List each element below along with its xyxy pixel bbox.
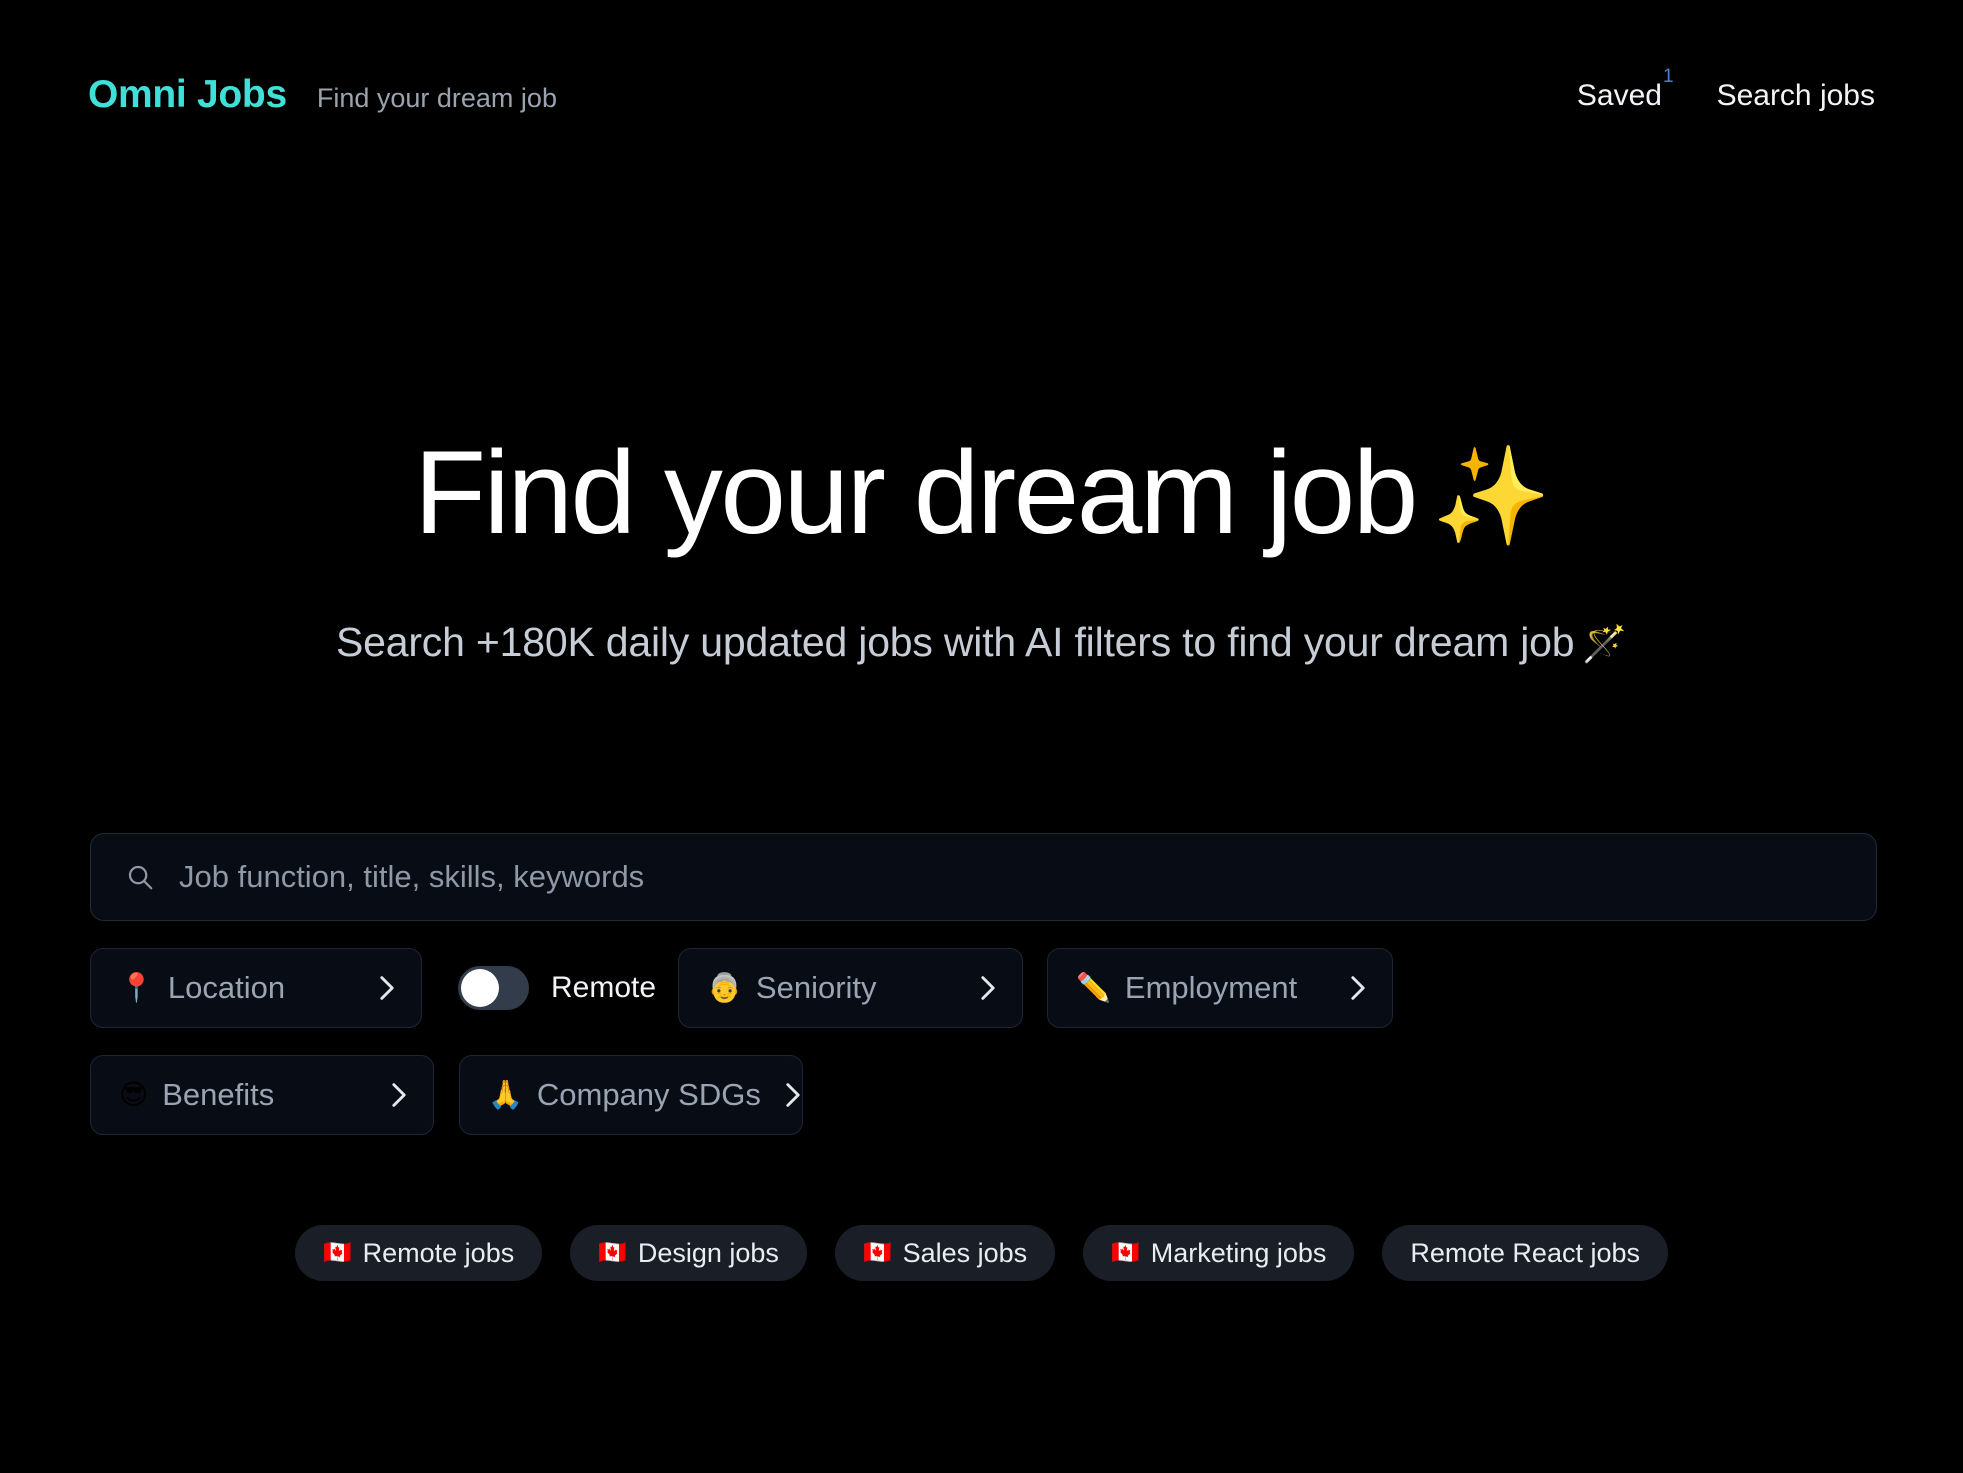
quick-link-design-jobs[interactable]: 🇨🇦 Design jobs [570, 1225, 807, 1281]
brand-tagline: Find your dream job [316, 83, 557, 113]
sparkles-icon: ✨ [1431, 440, 1552, 552]
filter-employment[interactable]: ✏️ Employment [1047, 948, 1394, 1028]
chevron-right-icon [1350, 975, 1366, 1001]
filter-location[interactable]: 📍 Location [90, 948, 422, 1028]
quick-links: 🇨🇦 Remote jobs 🇨🇦 Design jobs 🇨🇦 Sales j… [0, 1225, 1963, 1281]
chevron-right-icon [379, 975, 395, 1001]
filter-benefits-label: Benefits [162, 1077, 275, 1112]
hero-title-text: Find your dream job [414, 427, 1418, 559]
quick-link-remote-jobs[interactable]: 🇨🇦 Remote jobs [295, 1225, 543, 1281]
quick-link-label: Remote jobs [362, 1237, 515, 1268]
canada-flag-icon: 🇨🇦 [1111, 1239, 1140, 1266]
pin-icon: 📍 [119, 971, 154, 1004]
remote-toggle[interactable] [458, 966, 529, 1010]
main-nav: Saved1 Search jobs [1576, 66, 1875, 113]
saved-count-badge: 1 [1662, 65, 1674, 87]
quick-link-label: Marketing jobs [1150, 1237, 1327, 1268]
canada-flag-icon: 🇨🇦 [862, 1239, 892, 1266]
canada-flag-icon: 🇨🇦 [598, 1239, 627, 1266]
search-panel: 📍 Location Remote 👵 Seniority [90, 833, 1877, 1135]
chevron-right-icon [980, 975, 996, 1001]
filter-seniority-label: Seniority [755, 970, 877, 1005]
brand-logo[interactable]: Omni Jobs [88, 73, 287, 117]
filter-location-label: Location [167, 970, 286, 1005]
quick-link-sales-jobs[interactable]: 🇨🇦 Sales jobs [834, 1225, 1056, 1281]
quick-link-label: Design jobs [637, 1237, 779, 1268]
filter-row-secondary: 😎 Benefits 🙏 Company SDGs [90, 1055, 1877, 1135]
filter-benefits[interactable]: 😎 Benefits [90, 1055, 434, 1135]
landing-page: Omni Jobs Find your dream job Saved1 Sea… [0, 0, 1963, 1473]
quick-link-label: Remote React jobs [1410, 1237, 1640, 1268]
page-title: Find your dream job ✨ [0, 427, 1963, 559]
quick-link-label: Sales jobs [902, 1237, 1028, 1268]
brand-group: Omni Jobs Find your dream job [88, 73, 557, 117]
remote-toggle-group: Remote [458, 966, 656, 1010]
nav-saved-label: Saved [1576, 78, 1662, 112]
search-input[interactable] [179, 859, 1842, 895]
chevron-right-icon [391, 1082, 407, 1108]
magic-wand-icon: 🪄 [1582, 624, 1627, 666]
pencil-icon: ✏️ [1076, 971, 1111, 1004]
nav-item-saved[interactable]: Saved1 [1576, 66, 1674, 113]
filter-employment-label: Employment [1124, 970, 1298, 1005]
chevron-right-icon [785, 1082, 801, 1108]
site-header: Omni Jobs Find your dream job Saved1 Sea… [0, 0, 1963, 190]
remote-toggle-label: Remote [551, 971, 657, 1004]
search-icon [125, 862, 155, 892]
filter-company-sdgs[interactable]: 🙏 Company SDGs [459, 1055, 803, 1135]
older-person-icon: 👵 [707, 971, 742, 1004]
hero-section: Find your dream job ✨ Search +180K daily … [0, 427, 1963, 666]
filter-seniority[interactable]: 👵 Seniority [678, 948, 1024, 1028]
sunglasses-face-icon: 😎 [119, 1078, 149, 1111]
canada-flag-icon: 🇨🇦 [323, 1239, 352, 1266]
nav-item-search-jobs[interactable]: Search jobs [1717, 79, 1875, 113]
hero-subtitle-text: Search +180K daily updated jobs with AI … [336, 619, 1575, 666]
filter-company-sdgs-label: Company SDGs [536, 1077, 761, 1112]
quick-link-remote-react-jobs[interactable]: Remote React jobs [1382, 1225, 1668, 1281]
search-bar[interactable] [90, 833, 1877, 921]
toggle-knob [461, 969, 499, 1007]
hero-subtitle: Search +180K daily updated jobs with AI … [0, 619, 1963, 666]
folded-hands-icon: 🙏 [488, 1078, 523, 1111]
filter-row-primary: 📍 Location Remote 👵 Seniority ✏️ Employm… [90, 948, 1877, 1028]
quick-link-marketing-jobs[interactable]: 🇨🇦 Marketing jobs [1083, 1225, 1355, 1281]
